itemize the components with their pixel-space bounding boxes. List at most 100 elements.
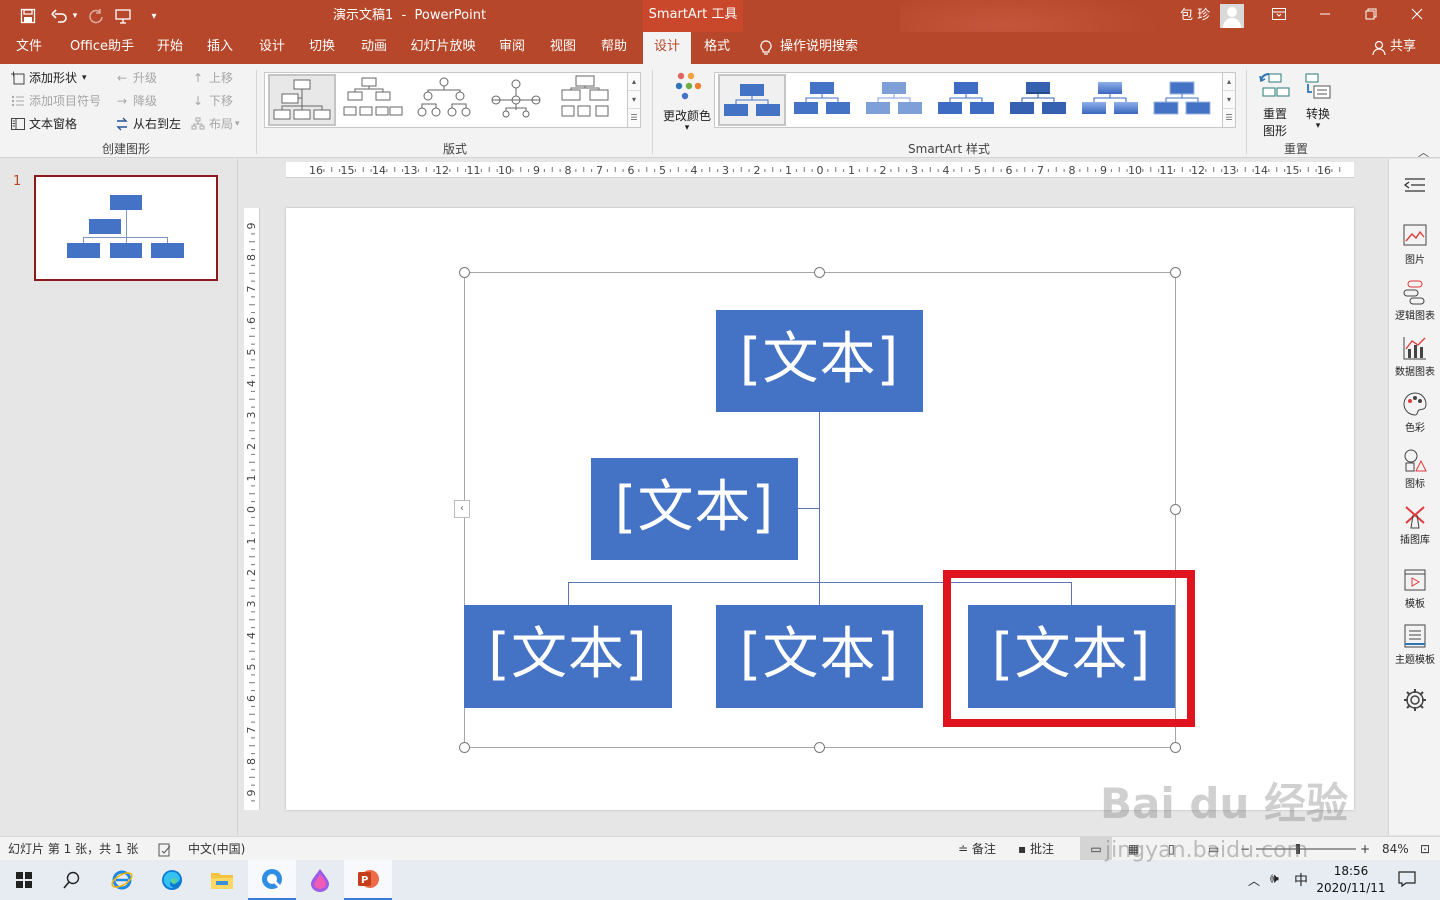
redo-icon[interactable]	[82, 0, 110, 32]
style-option-inset[interactable]	[1150, 74, 1218, 126]
file-explorer-icon[interactable]	[198, 860, 246, 900]
volume-icon[interactable]: 🕪	[1270, 871, 1279, 887]
scroll-up-icon[interactable]: ▴	[1223, 73, 1235, 91]
save-icon[interactable]	[14, 0, 42, 32]
style-option-subtle-effect[interactable]	[862, 74, 930, 126]
panel-settings[interactable]	[1389, 687, 1440, 715]
search-icon[interactable]	[48, 860, 96, 900]
panel-data-chart[interactable]: 数据图表	[1389, 335, 1440, 378]
close-button[interactable]	[1394, 0, 1440, 32]
style-option-intense-effect[interactable]	[1006, 74, 1074, 126]
style-option-polished[interactable]	[1078, 74, 1146, 126]
panel-icons[interactable]: 图标	[1389, 447, 1440, 490]
show-hidden-icons[interactable]: ︿	[1248, 872, 1260, 889]
spell-check-icon[interactable]	[158, 837, 172, 861]
horizontal-ruler[interactable]: 16 15 14 13 12 11 10 9 8 7 6 5 4 3 2 1 0 1 2 3 4 5 6 7 8 9 10 11 12 1…	[286, 162, 1354, 178]
taskbar-clock[interactable]: 18:56 2020/11/11	[1316, 863, 1386, 897]
tab-file[interactable]: 文件	[8, 32, 50, 64]
demote-button[interactable]: → 降级	[114, 91, 157, 111]
style-option-moderate-effect[interactable]	[934, 74, 1002, 126]
smartart-node-assistant[interactable]: [文本]	[591, 458, 798, 560]
styles-gallery-scroll[interactable]: ▴ ▾ ☰	[1222, 72, 1236, 128]
start-windows-icon[interactable]	[0, 860, 48, 900]
ime-indicator[interactable]: 中	[1294, 870, 1308, 890]
tab-slideshow[interactable]: 幻灯片放映	[406, 32, 480, 64]
layouts-gallery-scroll[interactable]: ▴ ▾ ☰	[627, 72, 641, 128]
layout-option-hierarchy[interactable]	[268, 74, 336, 126]
resize-handle-top-left[interactable]	[459, 267, 470, 278]
style-option-white-outline[interactable]	[790, 74, 858, 126]
comments-button[interactable]: ▪ 批注	[1018, 837, 1054, 861]
resize-handle-bottom[interactable]	[814, 742, 825, 753]
collapse-panel-icon[interactable]	[1389, 177, 1440, 193]
share-button[interactable]: 共享	[1390, 32, 1416, 64]
panel-illustrations[interactable]: 插图库	[1389, 503, 1440, 546]
style-option-simple-fill[interactable]	[718, 74, 786, 126]
notes-button[interactable]: ≐ 备注	[958, 837, 996, 861]
tab-design[interactable]: 设计	[252, 32, 292, 64]
more-icon[interactable]: ☰	[628, 109, 640, 127]
add-bullet-button[interactable]: 添加项目符号	[10, 91, 101, 111]
language-indicator[interactable]: 中文(中国)	[188, 837, 245, 861]
tab-home[interactable]: 开始	[150, 32, 190, 64]
collapse-ribbon-icon[interactable]: ︿	[1418, 144, 1429, 160]
move-up-button[interactable]: ↑ 上移	[190, 68, 233, 88]
avatar[interactable]	[1220, 4, 1244, 28]
resize-handle-bottom-right[interactable]	[1170, 742, 1181, 753]
paint-app-icon[interactable]	[296, 860, 344, 900]
fit-to-window-icon[interactable]: ⊡	[1420, 837, 1430, 861]
slide-thumbnail[interactable]	[34, 175, 218, 281]
user-name[interactable]: 包 珍	[1180, 0, 1210, 32]
ribbon-display-options-icon[interactable]	[1256, 0, 1302, 32]
layout-option-circle-hierarchy[interactable]	[412, 74, 480, 126]
panel-colors[interactable]: 色彩	[1389, 391, 1440, 434]
scroll-down-icon[interactable]: ▾	[1223, 91, 1235, 109]
tab-format[interactable]: 格式	[696, 32, 738, 64]
smartart-node-left[interactable]: [文本]	[464, 605, 672, 708]
layout-option-table-hierarchy[interactable]	[556, 74, 624, 126]
restore-button[interactable]	[1348, 0, 1394, 32]
slide-canvas[interactable]: [文本] [文本] [文本] [文本] [文本] ‹	[286, 208, 1354, 810]
powerpoint-app-icon[interactable]: P	[344, 860, 392, 900]
add-shape-button[interactable]: 添加形状 ▾	[10, 68, 87, 88]
notification-center-icon[interactable]	[1398, 870, 1416, 891]
layout-button[interactable]: 布局 ▾	[190, 114, 240, 134]
panel-picture[interactable]: 图片	[1389, 223, 1440, 266]
resize-handle-top[interactable]	[814, 267, 825, 278]
resize-handle-bottom-left[interactable]	[459, 742, 470, 753]
convert-button[interactable]: 转换 ▾	[1298, 70, 1338, 131]
scroll-down-icon[interactable]: ▾	[628, 91, 640, 109]
resize-handle-right[interactable]	[1170, 504, 1181, 515]
smartart-node-middle[interactable]: [文本]	[716, 605, 923, 708]
move-down-button[interactable]: ↓ 下移	[190, 91, 233, 111]
text-pane-button[interactable]: 文本窗格	[10, 114, 77, 134]
edge-browser-icon[interactable]	[148, 860, 196, 900]
tab-help[interactable]: 帮助	[594, 32, 634, 64]
panel-logic-chart[interactable]: 逻辑图表	[1389, 279, 1440, 322]
tab-review[interactable]: 审阅	[492, 32, 532, 64]
tab-office-assistant[interactable]: Office助手	[64, 32, 140, 64]
tab-smartart-design[interactable]: 设计	[643, 32, 691, 64]
smartart-node-top[interactable]: [文本]	[716, 310, 923, 412]
promote-button[interactable]: ← 升级	[114, 68, 157, 88]
change-colors-button[interactable]: 更改颜色 ▾	[658, 70, 716, 133]
text-pane-toggle-icon[interactable]: ‹	[454, 500, 470, 518]
right-to-left-button[interactable]: 从右到左	[114, 114, 181, 134]
tab-insert[interactable]: 插入	[200, 32, 240, 64]
resize-handle-top-right[interactable]	[1170, 267, 1181, 278]
tell-me-search[interactable]: 操作说明搜索	[780, 32, 862, 64]
tab-transitions[interactable]: 切换	[302, 32, 342, 64]
present-from-start-icon[interactable]	[110, 0, 138, 32]
browser-app-icon[interactable]	[248, 860, 296, 900]
minimize-button[interactable]	[1302, 0, 1348, 32]
panel-templates[interactable]: 模板	[1389, 567, 1440, 610]
internet-explorer-icon[interactable]	[98, 860, 146, 900]
undo-dropdown-icon[interactable]: ▾	[68, 0, 82, 32]
tab-view[interactable]: 视图	[542, 32, 584, 64]
tab-animations[interactable]: 动画	[354, 32, 394, 64]
zoom-level[interactable]: 84%	[1382, 837, 1409, 861]
vertical-ruler[interactable]: 9 8 7 6 5 4 3 2 1 0 1 2 3 4 5 6 7 8 9	[244, 208, 260, 810]
panel-theme-templates[interactable]: 主题模板	[1389, 623, 1440, 666]
layout-option-labeled-hierarchy[interactable]	[484, 74, 552, 126]
scroll-up-icon[interactable]: ▴	[628, 73, 640, 91]
